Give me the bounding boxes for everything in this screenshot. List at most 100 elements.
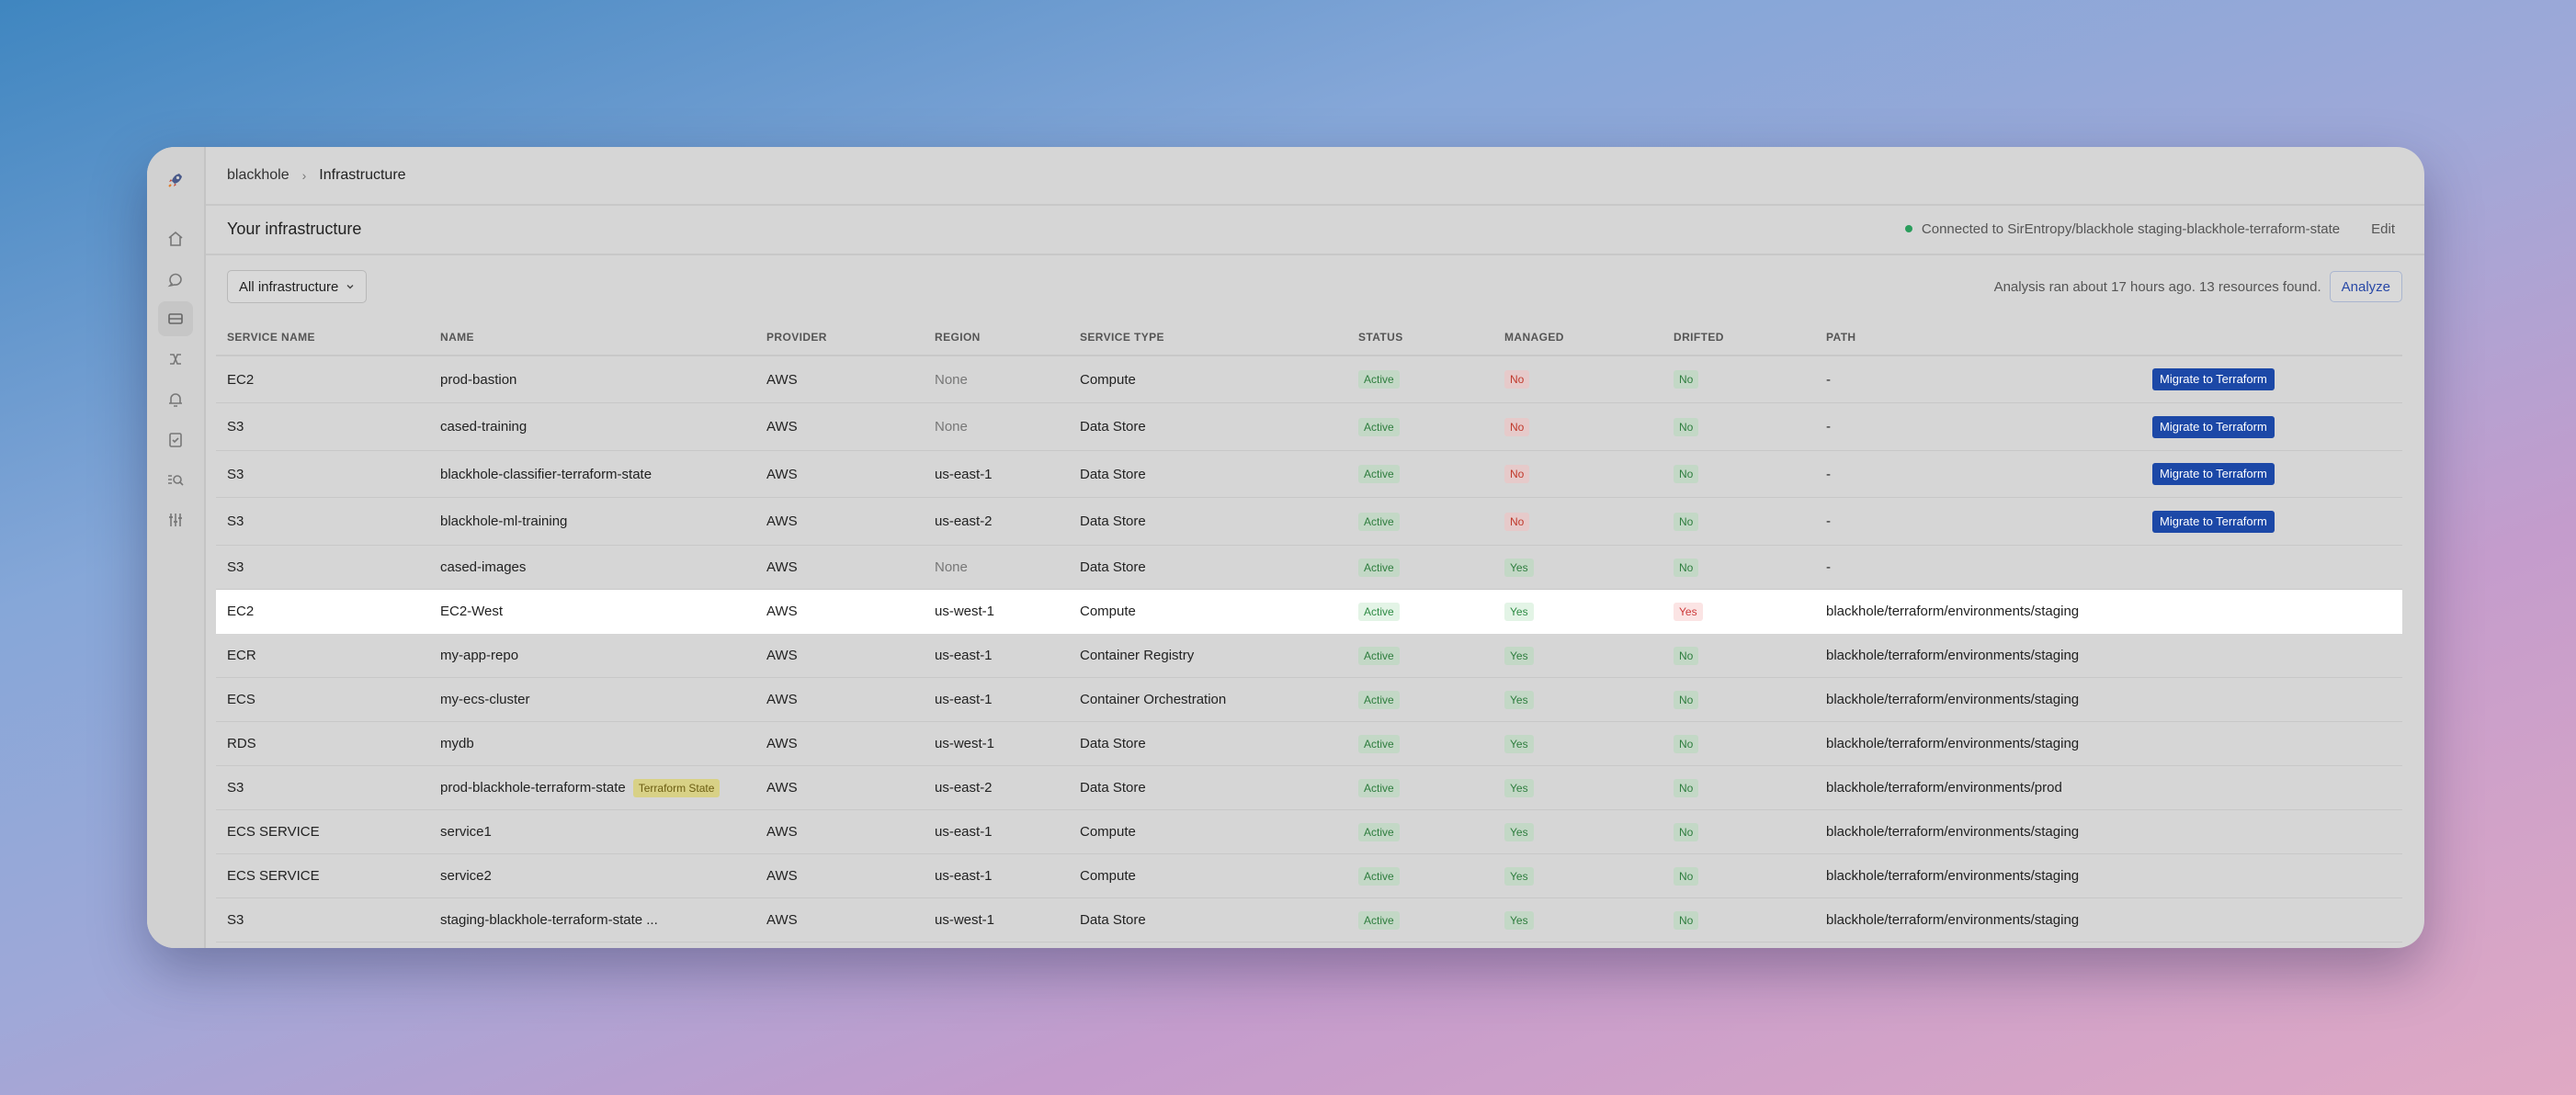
migrate-to-terraform-button[interactable]: Migrate to Terraform — [2152, 368, 2275, 390]
cell-service-type: Data Store — [1080, 514, 1146, 529]
drifted-badge: No — [1674, 558, 1699, 577]
col-name[interactable]: NAME — [440, 331, 474, 344]
resource-name[interactable]: mydb — [440, 736, 474, 751]
app-window: blackhole › Infrastructure Your infrastr… — [147, 147, 2424, 948]
cell-drifted: No — [1674, 451, 1699, 497]
table-row[interactable]: S3 blackhole-ml-training AWS us-east-2 Data … — [216, 498, 2402, 546]
terraform-state-tag: Terraform State — [632, 778, 721, 797]
drifted-badge: No — [1674, 646, 1699, 665]
col-status[interactable]: STATUS — [1358, 331, 1403, 344]
table-row[interactable]: S3 cased-training AWS None Data Store Active N… — [216, 403, 2402, 451]
cell-region: us-west-1 — [935, 604, 995, 619]
rocket-icon[interactable] — [158, 163, 193, 198]
col-service-type[interactable]: SERVICE TYPE — [1080, 331, 1164, 344]
cell-service-type: Data Store — [1080, 419, 1146, 435]
table-row[interactable]: S3 cased-images AWS None Data Store Active Yes… — [216, 546, 2402, 590]
table-row[interactable]: ECR my-app-repo AWS us-east-1 Container Regi… — [216, 634, 2402, 678]
table-row[interactable]: S3 prod-blackhole-terraform-state Terrafor… — [216, 766, 2402, 810]
table-row[interactable]: EC2 prod-bastion AWS None Compute Active No No -… — [216, 356, 2402, 403]
cell-action: Migrate to Terraform — [2152, 403, 2275, 450]
resource-name[interactable]: service1 — [440, 824, 492, 840]
migrate-to-terraform-button[interactable]: Migrate to Terraform — [2152, 510, 2275, 533]
table-row[interactable]: ECS SERVICE service1 AWS us-east-1 Compute Ac… — [216, 810, 2402, 854]
col-region[interactable]: REGION — [935, 331, 981, 344]
analyze-button[interactable]: Analyze — [2329, 271, 2402, 302]
resource-name[interactable]: cased-training — [440, 419, 527, 435]
table-row[interactable]: ECS my-ecs-cluster AWS us-east-1 Container O… — [216, 678, 2402, 722]
resource-name[interactable]: my-ecs-cluster — [440, 692, 530, 707]
cell-name: blackhole-classifier-terraform-state — [440, 451, 652, 497]
table-row[interactable]: EC2 EC2-West AWS us-west-1 Compute Active Yes Y… — [216, 590, 2402, 634]
cell-service-name: ECS — [227, 692, 255, 707]
resource-name[interactable]: EC2-West — [440, 604, 503, 619]
managed-badge: Yes — [1504, 690, 1534, 709]
table-row[interactable]: RDS mydb AWS us-west-1 Data Store Active Yes No… — [216, 722, 2402, 766]
col-managed[interactable]: MANAGED — [1504, 331, 1564, 344]
col-drifted[interactable]: DRIFTED — [1674, 331, 1724, 344]
cell-drifted: No — [1674, 546, 1699, 589]
status-badge: Active — [1358, 370, 1400, 389]
status-badge: Active — [1358, 646, 1400, 665]
drifted-badge: No — [1674, 512, 1699, 531]
cell-managed: No — [1504, 498, 1530, 545]
cell-service-name: S3 — [227, 514, 244, 529]
drifted-badge: No — [1674, 370, 1699, 389]
migrate-to-terraform-button[interactable]: Migrate to Terraform — [2152, 463, 2275, 485]
cell-service-type: Container Orchestration — [1080, 692, 1227, 707]
resource-name[interactable]: my-app-repo — [440, 648, 518, 663]
col-provider[interactable]: PROVIDER — [766, 331, 827, 344]
chat-icon[interactable] — [158, 262, 193, 297]
resource-name[interactable]: cased-images — [440, 559, 526, 575]
cell-drifted: No — [1674, 634, 1699, 677]
managed-badge: Yes — [1504, 602, 1534, 621]
cell-service-name: RDS — [227, 736, 256, 751]
table-header: SERVICE NAME NAME PROVIDER REGION SERVIC… — [216, 318, 2402, 356]
resource-name[interactable]: service2 — [440, 868, 492, 884]
cell-service-name: S3 — [227, 466, 244, 482]
resource-name[interactable]: staging-blackhole-terraform-state ... — [440, 912, 658, 928]
chevron-right-icon: › — [301, 168, 307, 183]
cell-drifted: Yes — [1674, 590, 1703, 633]
sliders-icon[interactable] — [158, 502, 193, 537]
drifted-badge: No — [1674, 690, 1699, 709]
managed-badge: Yes — [1504, 822, 1534, 841]
chevron-down-icon — [346, 285, 354, 289]
breadcrumb-root[interactable]: blackhole — [227, 167, 289, 184]
cell-status: Active — [1358, 634, 1400, 677]
table-row[interactable]: S3 blackhole-classifier-terraform-state AW… — [216, 451, 2402, 498]
drifted-badge: No — [1674, 465, 1699, 483]
checklist-icon[interactable] — [158, 423, 193, 457]
cell-drifted: No — [1674, 403, 1699, 450]
cell-service-name: S3 — [227, 559, 244, 575]
table-row[interactable]: S3 staging-blackhole-terraform-state ... A… — [216, 898, 2402, 943]
home-icon[interactable] — [158, 221, 193, 256]
col-path[interactable]: PATH — [1826, 331, 1856, 344]
resource-name[interactable]: blackhole-classifier-terraform-state — [440, 467, 652, 482]
managed-badge: Yes — [1504, 866, 1534, 886]
edit-link[interactable]: Edit — [2371, 221, 2395, 237]
analysis-status: Analysis ran about 17 hours ago. 13 reso… — [1993, 278, 2321, 295]
status-dot-icon — [1904, 225, 1912, 232]
resource-name[interactable]: prod-bastion — [440, 372, 516, 388]
col-service-name[interactable]: SERVICE NAME — [227, 331, 315, 344]
migrate-to-terraform-button[interactable]: Migrate to Terraform — [2152, 415, 2275, 438]
table-row[interactable]: ECS SERVICE service2 AWS us-east-1 Compute Ac… — [216, 854, 2402, 898]
resource-name[interactable]: prod-blackhole-terraform-state — [440, 780, 626, 796]
cell-status: Active — [1358, 403, 1400, 450]
server-icon[interactable] — [158, 301, 193, 336]
bell-icon[interactable] — [158, 382, 193, 417]
cell-managed: Yes — [1504, 898, 1534, 942]
workflow-icon[interactable] — [158, 342, 193, 377]
infrastructure-filter-dropdown[interactable]: All infrastructure — [227, 270, 368, 303]
cell-managed: Yes — [1504, 678, 1534, 721]
cell-region: us-east-1 — [935, 824, 993, 840]
cell-region: us-west-1 — [935, 912, 995, 928]
search-list-icon[interactable] — [158, 462, 193, 497]
resource-name[interactable]: blackhole-ml-training — [440, 514, 567, 529]
cell-managed: Yes — [1504, 722, 1534, 765]
drifted-badge: No — [1674, 734, 1699, 753]
cell-managed: Yes — [1504, 546, 1534, 589]
cell-provider: AWS — [766, 559, 798, 575]
status-badge: Active — [1358, 866, 1400, 886]
cell-path: - — [1826, 466, 1831, 482]
